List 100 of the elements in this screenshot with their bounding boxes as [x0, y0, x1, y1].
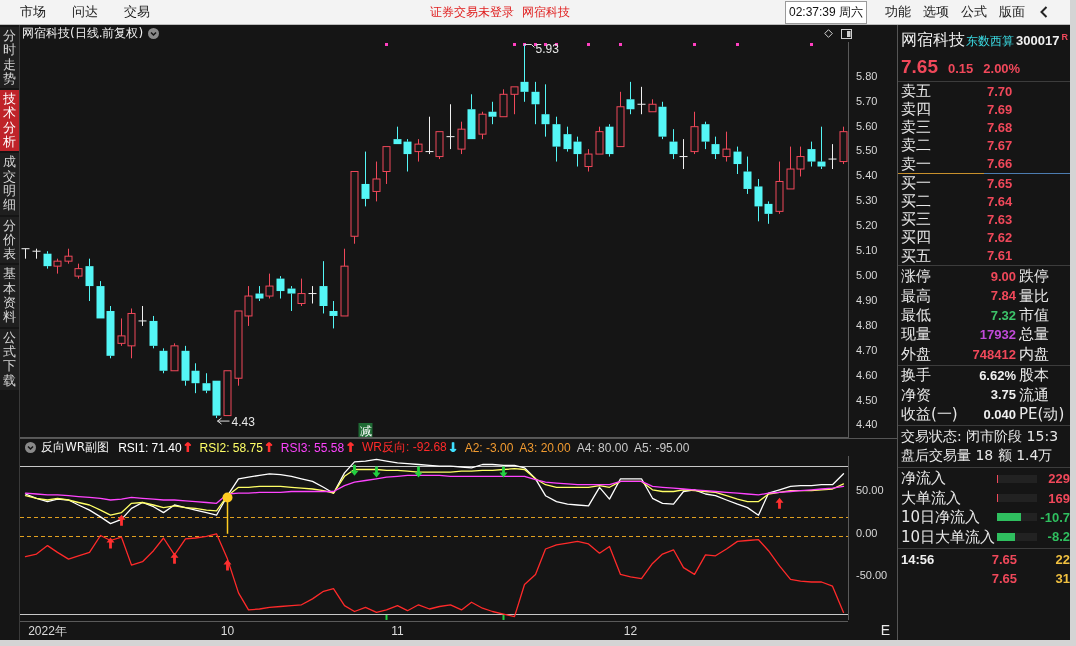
side-tab[interactable]: 技术分析 [0, 90, 19, 152]
stat-label: 最低 [901, 307, 931, 324]
stat-value: 748412 [971, 346, 1016, 362]
bid-price: 7.62 [987, 230, 1014, 246]
candlestick [382, 146, 391, 185]
candlestick [276, 275, 285, 300]
stat-label: PE(动) [1018, 406, 1066, 423]
flow-label: 大单流入 [901, 489, 962, 507]
trend-arrow: ↑ [182, 441, 194, 454]
flow-value: 229 [1047, 471, 1070, 487]
candlestick [414, 138, 423, 163]
arrow-up-icon [775, 497, 784, 509]
legend-label: RSI1: 71.40 [118, 440, 182, 455]
menu-item[interactable]: 交易 [116, 1, 158, 23]
axis-label: 5.30 [856, 194, 878, 207]
menu-item[interactable]: 市场 [12, 1, 54, 23]
stat-value: 17932 [978, 327, 1016, 343]
arrow-up-icon [223, 559, 232, 571]
candlestick [531, 81, 540, 125]
trend-arrow: ↓ [447, 441, 459, 454]
candlestick [457, 121, 466, 155]
axis-label: 4.80 [856, 318, 878, 331]
panel-icon[interactable] [841, 28, 852, 39]
diamond-icon[interactable] [824, 29, 833, 38]
bid-price: 7.61 [987, 248, 1014, 264]
bid-price: 7.63 [987, 211, 1014, 227]
bid-label: 买一 [901, 174, 932, 192]
candlestick [711, 136, 720, 160]
candlestick [669, 128, 678, 160]
stat-label: 内盘 [1018, 345, 1050, 363]
candlestick [425, 116, 434, 155]
stat-label: 外盘 [901, 345, 931, 363]
ask-label: 卖四 [901, 101, 932, 118]
menu-item[interactable]: 问达 [64, 1, 106, 23]
session-info: 交易状态: 闭市阶段 15:3 [901, 427, 1060, 446]
bid-price: 7.65 [987, 175, 1014, 191]
arrow-up-icon [117, 514, 126, 526]
toolbar-button[interactable]: 公式 [955, 1, 994, 23]
chevron-down-icon[interactable] [25, 442, 36, 453]
stat-value: 6.62% [978, 368, 1016, 383]
side-tab[interactable]: 成交明细 [0, 153, 19, 215]
candlestick [21, 248, 30, 260]
date-label: 12 [623, 624, 638, 638]
stat-value: 7.84 [989, 288, 1016, 304]
date-label: 11 [391, 624, 404, 638]
signal-marker [534, 43, 537, 46]
candlestick [223, 370, 232, 417]
axis-label: 4.60 [856, 368, 878, 381]
ask-label: 卖二 [901, 137, 932, 154]
candlestick [340, 248, 349, 317]
signal-marker [810, 43, 813, 46]
candlestick [85, 258, 94, 302]
axis-label: 5.60 [856, 119, 878, 132]
ask-price: 7.68 [987, 119, 1014, 135]
axis-label: 5.50 [856, 144, 878, 157]
candlestick [573, 136, 582, 168]
legend-label: A3: 20.00 [519, 440, 571, 455]
stat-label: 净资 [901, 386, 931, 404]
flow-label: 净流入 [901, 470, 947, 487]
bid-label: 买五 [901, 247, 932, 265]
trade-price: 7.65 [990, 552, 1017, 568]
status-notice: 证券交易未登录 [430, 3, 514, 21]
candlestick [786, 146, 795, 190]
tick-marker [502, 614, 505, 620]
side-tab[interactable]: 分价表 [0, 216, 19, 264]
signal-marker [587, 43, 590, 46]
candlestick [775, 161, 784, 215]
toolbar-button[interactable]: 选项 [917, 1, 956, 23]
candlestick [170, 342, 179, 372]
candlestick [679, 138, 688, 170]
candlestick [839, 126, 848, 165]
axis-label: 5.40 [856, 169, 878, 182]
candlestick [96, 280, 105, 319]
trend-arrow: ↑ [345, 441, 357, 454]
candlestick [149, 315, 158, 349]
stat-label: 涨停 [901, 268, 931, 285]
candlestick [563, 126, 572, 153]
indicator-title: 反向WR副图 [41, 439, 110, 456]
legend-label: RSI2: 58.75 [199, 440, 263, 455]
trade-time: 14:56 [901, 552, 936, 568]
arrow-up-icon [106, 537, 115, 549]
axis-label: 50.00 [856, 484, 884, 497]
toolbar-button[interactable]: 功能 [879, 1, 918, 23]
side-tab[interactable]: 分时走势 [0, 27, 19, 89]
candlestick [297, 278, 306, 307]
side-tab[interactable]: 公式下载 [0, 328, 19, 390]
candlestick [64, 248, 73, 265]
chevron-left-icon[interactable] [1039, 5, 1050, 19]
stat-label: 跌停 [1018, 268, 1050, 285]
signal-marker [544, 43, 547, 46]
toolbar-button[interactable]: 版面 [993, 1, 1032, 23]
axis-label: 5.80 [856, 69, 878, 82]
signal-marker [513, 43, 516, 46]
stat-label: 流通 [1018, 386, 1050, 404]
candlestick [552, 116, 561, 163]
axis-label: 5.00 [856, 269, 878, 281]
side-tab[interactable]: 基本资料 [0, 265, 19, 327]
candlestick [488, 101, 497, 125]
flow-value: 169 [1047, 490, 1070, 506]
chevron-down-icon[interactable] [148, 28, 160, 39]
